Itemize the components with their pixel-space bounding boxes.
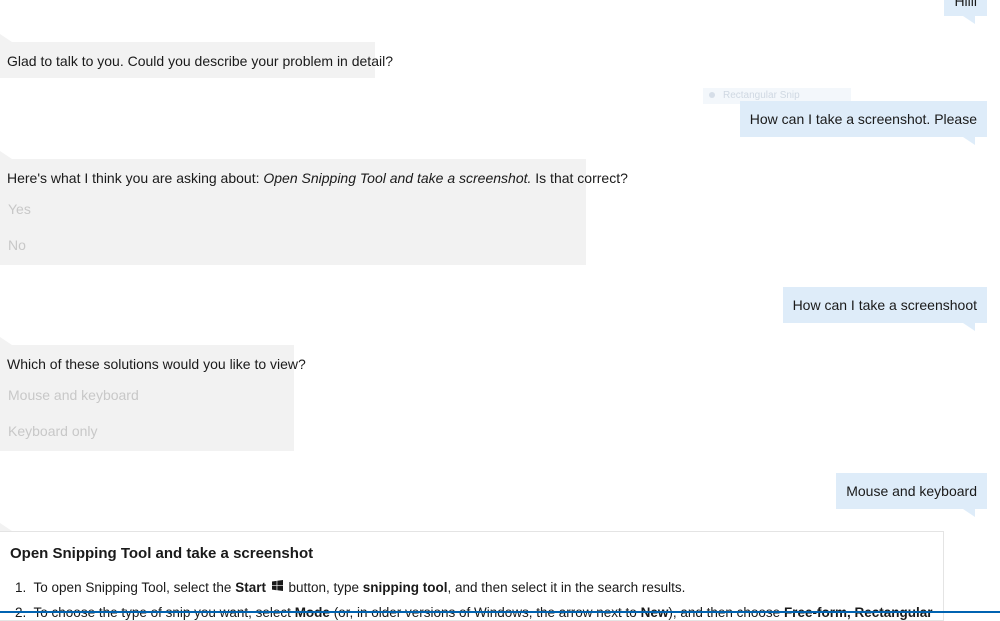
message-text: Mouse and keyboard [846,483,977,499]
message-text: How can I take a screenshot. Please [749,111,977,127]
bubble-tail [963,16,975,24]
answer-title: Open Snipping Tool and take a screenshot [10,545,314,562]
bubble-tail [963,137,975,145]
step-text: To open Snipping Tool, select the [33,580,236,595]
ghost-label: Rectangular Snip [723,90,800,101]
message-text: Hiiii [954,0,977,9]
bot-message-confirm: Here's what I think you are asking about… [0,151,628,265]
bot-message-solutions: Which of these solutions would you like … [0,337,306,451]
bubble-tail [0,523,12,531]
user-message-question-1: How can I take a screenshot. Please [739,101,987,145]
step-1: 1. To open Snipping Tool, select the Sta… [15,580,685,595]
choice-no[interactable]: No [7,227,579,263]
step-text: , and then select it in the search resul… [447,580,686,595]
user-message-choice: Mouse and keyboard [836,473,987,517]
confirm-prefix: Here's what I think you are asking about… [7,170,264,186]
bubble-tail [963,323,975,331]
bot-message-greeting: Glad to talk to you. Could you describe … [0,34,393,78]
radio-dot-icon [709,91,715,98]
choice-keyboard-only[interactable]: Keyboard only [7,413,287,449]
message-text: How can I take a screenshoot [792,297,977,313]
bubble-tail [0,151,12,159]
answer-card: Open Snipping Tool and take a screenshot… [0,523,944,621]
bubble-tail [0,337,12,345]
user-message-hi: Hiiii [944,0,987,24]
step-number: 1. [15,580,27,595]
user-message-question-2: How can I take a screenshoot [782,287,987,331]
windows-logo-icon [271,580,283,591]
bubble-tail [963,509,975,517]
start-label: Start [235,580,266,595]
bubble-tail [0,34,12,42]
message-text: Glad to talk to you. Could you describe … [7,53,393,69]
confirm-suffix: Is that correct? [531,170,628,186]
step-text: button, type [288,580,363,595]
message-text: Here's what I think you are asking about… [7,159,628,197]
snipping-tool-label: snipping tool [362,580,448,595]
confirm-topic: Open Snipping Tool and take a screenshot… [263,170,532,186]
